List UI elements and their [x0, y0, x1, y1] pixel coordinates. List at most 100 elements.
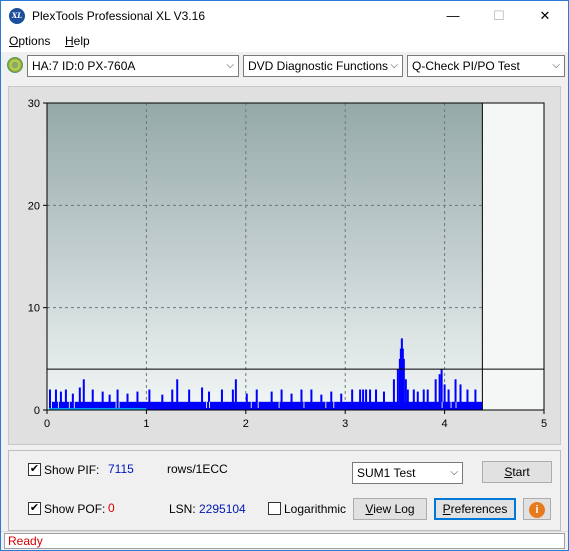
y-tick-label: 20 — [28, 200, 40, 212]
pif-bar — [245, 393, 248, 410]
pif-bar — [161, 394, 164, 410]
pif-bar — [116, 389, 119, 410]
pif-bar — [126, 393, 129, 410]
preferences-mnemonic: P — [442, 502, 451, 516]
pif-bar — [148, 389, 151, 410]
pif-value: 7115 — [108, 462, 134, 476]
pif-bar — [290, 393, 293, 410]
toolbar: HA:7 ID:0 PX-760A ⌵ DVD Diagnostic Funct… — [1, 52, 568, 81]
pif-bar — [255, 389, 258, 410]
pif-bar — [300, 389, 303, 410]
pif-bar — [359, 389, 362, 410]
show-pof-label: Show POF: — [44, 502, 106, 516]
pif-gap — [325, 401, 327, 408]
pif-bar — [78, 387, 81, 410]
info-icon: i — [529, 502, 545, 518]
drive-select[interactable]: HA:7 ID:0 PX-760A ⌵ — [27, 55, 239, 77]
x-tick-label: 0 — [44, 418, 50, 430]
view-log-button[interactable]: View Log — [353, 498, 427, 520]
x-tick-label: 2 — [243, 418, 249, 430]
test-select[interactable]: Q-Check PI/PO Test ⌵ — [407, 55, 565, 77]
pif-gap — [209, 401, 211, 408]
x-tick-label: 4 — [442, 418, 448, 430]
pi-po-chart: 0 1 2 3 4 5 0 10 20 30 — [28, 98, 547, 430]
pif-bar — [340, 393, 343, 410]
y-tick-label: 30 — [28, 98, 40, 110]
maximize-button[interactable]: ☐ — [476, 1, 522, 31]
pif-bar — [136, 391, 139, 410]
pif-bar — [392, 379, 395, 410]
menu-options[interactable]: Options — [9, 34, 50, 48]
pif-gap — [118, 401, 120, 408]
pif-gap — [455, 401, 457, 408]
pif-bar — [108, 394, 111, 410]
test-select-value: Q-Check PI/PO Test — [412, 59, 520, 73]
pif-bar — [82, 379, 85, 410]
lsn-label: LSN: — [169, 502, 196, 516]
pif-bar — [64, 389, 67, 410]
preferences-button[interactable]: Preferences — [434, 498, 516, 520]
chevron-down-icon: ⌵ — [552, 60, 560, 71]
plot-area — [47, 103, 544, 410]
rows-unit-label: rows/1ECC — [167, 462, 228, 476]
pif-bar — [231, 389, 234, 410]
menu-options-label: ptions — [18, 34, 51, 48]
chevron-down-icon: ⌵ — [450, 467, 458, 478]
preferences-label: references — [450, 502, 508, 516]
drive-select-value: HA:7 ID:0 PX-760A — [32, 59, 136, 73]
pif-gap — [278, 401, 280, 408]
unscanned-region — [482, 103, 544, 410]
pif-bar — [369, 389, 372, 410]
pif-bar — [404, 379, 407, 410]
pif-bar — [220, 389, 223, 410]
status-bar: Ready — [1, 531, 568, 550]
function-select[interactable]: DVD Diagnostic Functions ⌵ — [243, 55, 403, 77]
pif-bar — [188, 389, 191, 410]
sum-test-select[interactable]: SUM1 Test ⌵ — [352, 462, 463, 484]
chart-panel: 0 1 2 3 4 5 0 10 20 30 — [8, 86, 561, 445]
pif-bar — [438, 374, 441, 410]
show-pif-checkbox[interactable]: ✔ — [28, 463, 41, 476]
pif-bar — [310, 389, 313, 410]
pif-bar — [201, 387, 204, 410]
app-window: XL PlexTools Professional XL V3.16 — ☐ ✕… — [0, 0, 569, 551]
start-button[interactable]: Start — [482, 461, 552, 483]
pif-bar — [412, 389, 415, 410]
pof-line — [48, 408, 147, 410]
chevron-down-icon: ⌵ — [390, 60, 398, 71]
minimize-button[interactable]: — — [430, 1, 476, 31]
pif-bar — [48, 389, 51, 410]
sum-test-select-value: SUM1 Test — [357, 466, 416, 480]
pif-bar — [176, 379, 179, 410]
show-pof-checkbox[interactable]: ✔ — [28, 502, 41, 515]
close-button[interactable]: ✕ — [522, 1, 568, 31]
pif-bar — [330, 391, 333, 410]
pif-bar — [362, 389, 365, 410]
pif-bar — [474, 389, 477, 410]
pif-bar — [459, 384, 462, 410]
pif-bar — [447, 389, 450, 410]
pif-gap — [333, 401, 335, 408]
pif-bar — [422, 389, 425, 410]
pif-gap — [50, 401, 52, 408]
y-tick-label: 0 — [34, 405, 40, 417]
pif-bar — [280, 389, 283, 410]
pif-gap — [68, 401, 70, 408]
show-pif-label: Show PIF: — [44, 463, 100, 477]
info-button[interactable]: i — [523, 498, 551, 520]
pof-value: 0 — [108, 501, 115, 515]
pif-bar — [171, 389, 174, 410]
function-select-value: DVD Diagnostic Functions — [248, 59, 389, 73]
logarithmic-checkbox[interactable] — [268, 502, 281, 515]
menu-help-mnemonic: H — [65, 34, 74, 48]
pif-bar — [406, 389, 409, 410]
menu-help[interactable]: Help — [65, 34, 90, 48]
pif-bar — [416, 391, 419, 410]
pif-gap — [450, 401, 452, 408]
pif-bar — [375, 389, 378, 410]
pif-bar — [59, 391, 62, 410]
pif-gap — [250, 401, 252, 408]
pif-gap — [257, 401, 259, 408]
window-title: PlexTools Professional XL V3.16 — [32, 9, 205, 23]
app-logo-icon: XL — [9, 8, 25, 24]
